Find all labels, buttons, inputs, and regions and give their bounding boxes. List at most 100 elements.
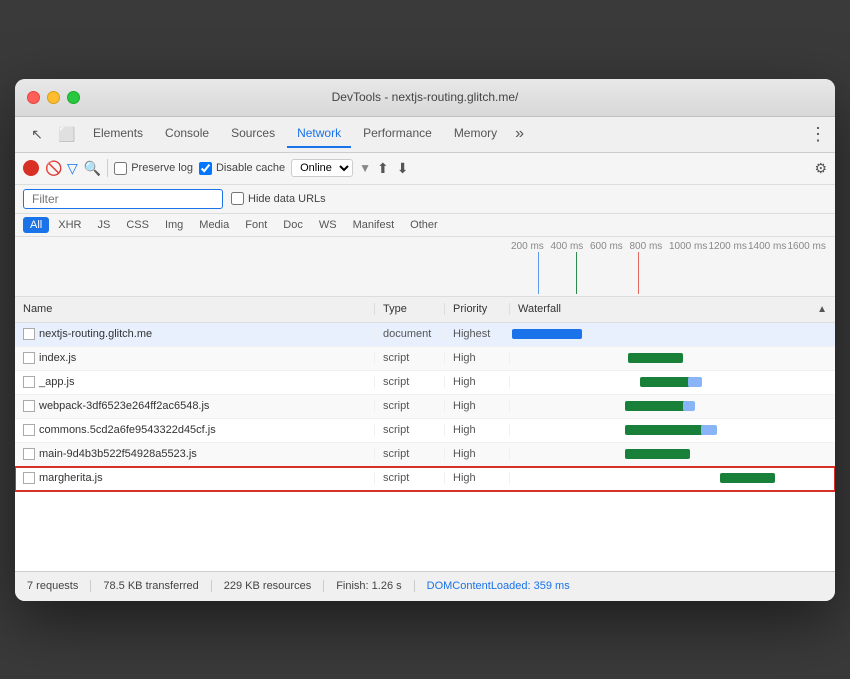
col-header-type[interactable]: Type xyxy=(375,303,445,315)
devtools-menu-button[interactable]: ⋮ xyxy=(809,124,827,145)
empty-space xyxy=(15,491,835,571)
row-name-1: index.js xyxy=(15,352,375,364)
waterfall-bar-3 xyxy=(625,401,685,411)
table-row[interactable]: main-9d4b3b522f54928a5523.js script High xyxy=(15,443,835,467)
row-priority-5: High xyxy=(445,448,510,460)
type-filter-bar: All XHR JS CSS Img Media Font Doc WS Man… xyxy=(15,214,835,237)
type-filter-manifest[interactable]: Manifest xyxy=(346,217,402,233)
filter-bar: Hide data URLs xyxy=(15,185,835,214)
timeline-label-1400ms: 1400 ms xyxy=(748,241,788,252)
col-header-priority[interactable]: Priority xyxy=(445,303,510,315)
table-row[interactable]: nextjs-routing.glitch.me document Highes… xyxy=(15,323,835,347)
close-button[interactable] xyxy=(27,91,40,104)
type-filter-doc[interactable]: Doc xyxy=(276,217,310,233)
devtools-window: DevTools - nextjs-routing.glitch.me/ ↖ ⬜… xyxy=(15,79,835,601)
upload-icon[interactable]: ⬆ xyxy=(377,160,389,177)
file-icon xyxy=(23,448,35,460)
table-row[interactable]: webpack-3df6523e264ff2ac6548.js script H… xyxy=(15,395,835,419)
file-icon xyxy=(23,352,35,364)
row-type-5: script xyxy=(375,448,445,460)
row-name-2: _app.js xyxy=(15,376,375,388)
waterfall-bar-1 xyxy=(628,353,683,363)
timeline-canvas xyxy=(511,252,827,294)
row-priority-6: High xyxy=(445,472,510,484)
type-filter-js[interactable]: JS xyxy=(90,217,117,233)
row-type-0: document xyxy=(375,328,445,340)
import-export-buttons: ⬆ ⬇ xyxy=(377,160,408,177)
table-row[interactable]: index.js script High xyxy=(15,347,835,371)
network-table: nextjs-routing.glitch.me document Highes… xyxy=(15,323,835,571)
timeline-label-600ms: 600 ms xyxy=(590,241,630,252)
tab-console[interactable]: Console xyxy=(155,120,219,148)
disable-cache-checkbox[interactable] xyxy=(199,162,212,175)
status-dom-loaded: DOMContentLoaded: 359 ms xyxy=(415,580,582,592)
timeline-label-400ms: 400 ms xyxy=(551,241,591,252)
minimize-button[interactable] xyxy=(47,91,60,104)
maximize-button[interactable] xyxy=(67,91,80,104)
search-icon[interactable]: 🔍 xyxy=(84,160,101,177)
window-title: DevTools - nextjs-routing.glitch.me/ xyxy=(332,90,519,104)
type-filter-css[interactable]: CSS xyxy=(119,217,156,233)
row-waterfall-4 xyxy=(510,419,835,442)
red-timeline-marker xyxy=(638,252,639,294)
settings-icon[interactable]: ⚙ xyxy=(814,160,827,177)
row-priority-2: High xyxy=(445,376,510,388)
network-toolbar: 🚫 ▽ 🔍 Preserve log Disable cache Online … xyxy=(15,153,835,185)
waterfall-bar-0 xyxy=(512,329,582,339)
type-filter-xhr[interactable]: XHR xyxy=(51,217,88,233)
tab-elements[interactable]: Elements xyxy=(83,120,153,148)
cursor-icon[interactable]: ↖ xyxy=(23,120,51,148)
type-filter-other[interactable]: Other xyxy=(403,217,445,233)
more-tabs-button[interactable]: » xyxy=(509,121,530,147)
type-filter-ws[interactable]: WS xyxy=(312,217,344,233)
timeline-label-800ms: 800 ms xyxy=(630,241,670,252)
row-priority-1: High xyxy=(445,352,510,364)
timeline-labels: 200 ms 400 ms 600 ms 800 ms 1000 ms 1200… xyxy=(23,241,827,252)
row-type-6: script xyxy=(375,472,445,484)
titlebar: DevTools - nextjs-routing.glitch.me/ xyxy=(15,79,835,117)
type-filter-media[interactable]: Media xyxy=(192,217,236,233)
timeline-label-1600ms: 1600 ms xyxy=(788,241,828,252)
row-priority-0: Highest xyxy=(445,328,510,340)
filter-icon[interactable]: ▽ xyxy=(67,160,78,177)
waterfall-bar-3b xyxy=(683,401,695,411)
type-filter-all[interactable]: All xyxy=(23,217,49,233)
row-priority-4: High xyxy=(445,424,510,436)
row-waterfall-3 xyxy=(510,395,835,418)
table-row[interactable]: commons.5cd2a6fe9543322d45cf.js script H… xyxy=(15,419,835,443)
row-waterfall-1 xyxy=(510,347,835,370)
row-name-4: commons.5cd2a6fe9543322d45cf.js xyxy=(15,424,375,436)
waterfall-bar-6 xyxy=(720,473,775,483)
waterfall-bar-4 xyxy=(625,425,703,435)
table-row[interactable]: _app.js script High xyxy=(15,371,835,395)
row-name-6: margherita.js xyxy=(15,472,375,484)
throttling-select[interactable]: Online xyxy=(291,159,353,177)
record-button[interactable] xyxy=(23,160,39,176)
tab-network[interactable]: Network xyxy=(287,120,351,148)
col-header-name[interactable]: Name xyxy=(15,303,375,315)
tab-performance[interactable]: Performance xyxy=(353,120,442,148)
stop-button[interactable]: 🚫 xyxy=(45,160,61,176)
preserve-log-label[interactable]: Preserve log xyxy=(114,162,193,175)
table-row[interactable]: margherita.js script High xyxy=(15,467,835,491)
hide-urls-label[interactable]: Hide data URLs xyxy=(231,192,326,205)
tab-sources[interactable]: Sources xyxy=(221,120,285,148)
type-filter-font[interactable]: Font xyxy=(238,217,274,233)
tab-memory[interactable]: Memory xyxy=(444,120,507,148)
traffic-lights xyxy=(27,91,80,104)
row-name-3: webpack-3df6523e264ff2ac6548.js xyxy=(15,400,375,412)
download-icon[interactable]: ⬇ xyxy=(397,160,409,177)
inspect-icon[interactable]: ⬜ xyxy=(53,120,81,148)
row-name-5: main-9d4b3b522f54928a5523.js xyxy=(15,448,375,460)
status-requests: 7 requests xyxy=(27,580,91,592)
divider xyxy=(107,159,108,177)
blue-timeline-marker xyxy=(538,252,539,294)
type-filter-img[interactable]: Img xyxy=(158,217,190,233)
status-resources: 229 KB resources xyxy=(212,580,324,592)
timeline-label-200ms: 200 ms xyxy=(511,241,551,252)
hide-urls-checkbox[interactable] xyxy=(231,192,244,205)
disable-cache-label[interactable]: Disable cache xyxy=(199,162,285,175)
col-header-waterfall[interactable]: Waterfall ▲ xyxy=(510,303,835,315)
preserve-log-checkbox[interactable] xyxy=(114,162,127,175)
filter-input[interactable] xyxy=(23,189,223,209)
